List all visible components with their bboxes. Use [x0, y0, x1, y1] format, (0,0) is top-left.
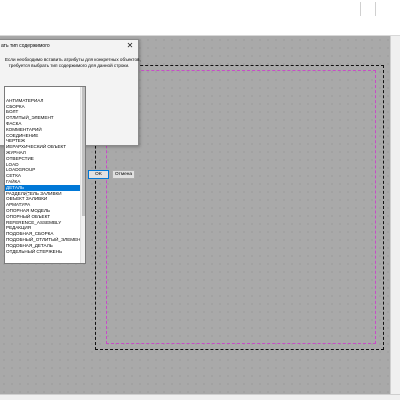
drawing-sheet-inner-frame	[106, 70, 376, 344]
toolbar-divider	[360, 2, 361, 16]
horizontal-scrollbar[interactable]	[0, 394, 400, 400]
dropdown-item[interactable]: ОТДЕЛЬНЫЙ СТЕРЖЕНЬ	[5, 249, 81, 255]
cancel-button[interactable]: Отмена	[112, 170, 135, 179]
close-icon[interactable]: ✕	[125, 41, 135, 51]
vertical-scrollbar[interactable]	[390, 36, 400, 394]
dialog-message-line: требуется выбрать тип содержимого для да…	[8, 63, 130, 68]
toolbar-divider	[375, 2, 376, 16]
top-toolbar	[0, 0, 400, 36]
dropdown-scroll-thumb[interactable]	[82, 87, 85, 217]
ok-button[interactable]: OK	[88, 170, 109, 179]
dropdown-item[interactable]: ПОДОБНЫЙ_ОТЛИТЫЙ_ЭЛЕМЕНТ	[5, 237, 81, 243]
dialog-title: ать тип содержимого	[1, 43, 50, 49]
dropdown-scrollbar[interactable]	[80, 87, 85, 263]
dropdown-items: АНТИМАТЕРИАЛ СБОРКА БОЛТ ОТЛИТЫЙ_ЭЛЕМЕНТ ФАС…	[5, 92, 81, 254]
dialog-message: Если необходимо вставить атрибуты для ко…	[5, 57, 141, 69]
mouse-pointer-icon: ➤	[25, 191, 31, 198]
content-type-dropdown-list[interactable]: АНТИМАТЕРИАЛ СБОРКА БОЛТ ОТЛИТЫЙ_ЭЛЕМЕНТ ФАС…	[4, 86, 86, 264]
